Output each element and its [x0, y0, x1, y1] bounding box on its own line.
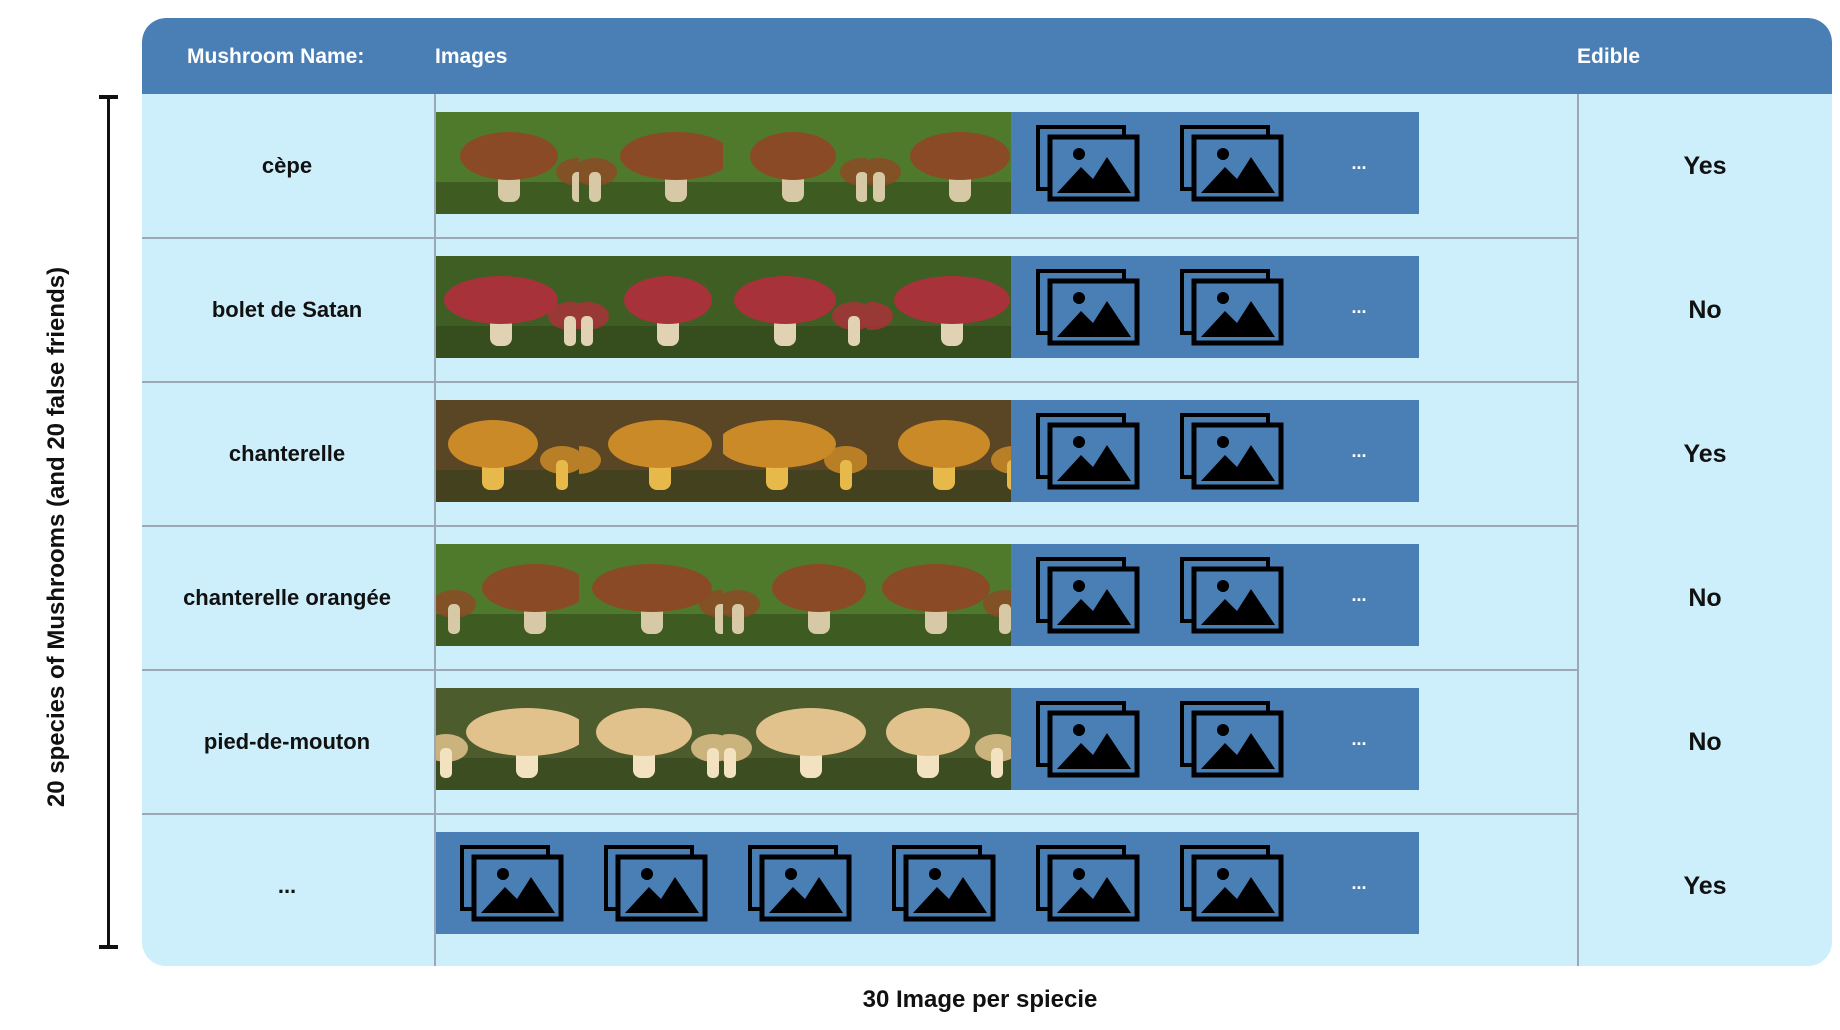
mushroom-photo: [723, 400, 877, 502]
image-placeholder: [1155, 544, 1309, 646]
mushroom-photo: [579, 112, 733, 214]
row-divider: [142, 669, 1577, 671]
image-placeholder: [1011, 112, 1165, 214]
more-images-cell: ...: [1299, 256, 1419, 358]
image-placeholder-icon: [1036, 413, 1140, 490]
row-divider: [142, 237, 1577, 239]
mushroom-name: bolet de Satan: [211, 297, 363, 322]
species-bracket-top: [99, 95, 118, 99]
mushroom-name: chanterelle: [228, 441, 346, 466]
mushroom-photo: [723, 544, 877, 646]
image-placeholder-icon: [1180, 557, 1284, 634]
image-placeholder: [579, 832, 733, 934]
header-mushroom-name: Mushroom Name:: [187, 45, 365, 68]
edible-value: Yes: [1683, 871, 1727, 900]
images-per-species-label: 30 Image per spiecie: [862, 986, 1098, 1013]
image-placeholder-icon: [1036, 557, 1140, 634]
image-placeholder: [1011, 256, 1165, 358]
mushroom-photo: [435, 256, 589, 358]
row-divider: [142, 525, 1577, 527]
image-placeholder-icon: [604, 845, 708, 922]
more-images-cell: ...: [1299, 688, 1419, 790]
image-placeholder-icon: [1180, 125, 1284, 202]
column-divider: [1577, 94, 1579, 966]
mushroom-photo: [723, 688, 877, 790]
header-edible: Edible: [1577, 45, 1641, 68]
image-placeholder: [723, 832, 877, 934]
image-placeholder: [867, 832, 1021, 934]
mushroom-photo: [723, 256, 877, 358]
image-placeholder-icon: [892, 845, 996, 922]
image-placeholder: [1011, 688, 1165, 790]
image-placeholder: [1011, 832, 1165, 934]
species-bracket-bottom: [99, 945, 118, 949]
mushroom-photo: [723, 112, 877, 214]
image-placeholder: [1155, 832, 1309, 934]
image-placeholder: [1155, 400, 1309, 502]
image-placeholder-icon: [748, 845, 852, 922]
image-placeholder: [1155, 688, 1309, 790]
column-divider: [434, 94, 436, 966]
mushroom-photo: [435, 400, 589, 502]
mushroom-photo: [867, 688, 1021, 790]
image-placeholder-icon: [1180, 269, 1284, 346]
mushroom-name: chanterelle orangée: [183, 585, 391, 610]
mushroom-photo: [435, 688, 589, 790]
row-divider: [142, 381, 1577, 383]
image-placeholder-icon: [1036, 845, 1140, 922]
species-table: Mushroom Name: Images Edible cèpe... Yes b…: [142, 18, 1832, 966]
species-bracket: [107, 97, 110, 947]
mushroom-photo: [435, 112, 589, 214]
row-divider: [142, 813, 1577, 815]
image-placeholder-icon: [1036, 125, 1140, 202]
edible-value: No: [1688, 583, 1722, 612]
image-placeholder: [1011, 544, 1165, 646]
mushroom-photo: [867, 256, 1021, 358]
image-placeholder: [435, 832, 589, 934]
edible-value: No: [1688, 727, 1722, 756]
image-placeholder: [1011, 400, 1165, 502]
mushroom-photo: [867, 400, 1021, 502]
image-placeholder-icon: [1036, 701, 1140, 778]
more-images-cell: ...: [1299, 832, 1419, 934]
header-images: Images: [435, 45, 508, 68]
more-images-cell: ...: [1299, 400, 1419, 502]
image-placeholder-icon: [1180, 701, 1284, 778]
image-placeholder: [1155, 112, 1309, 214]
more-images-cell: ...: [1299, 544, 1419, 646]
edible-value: Yes: [1683, 151, 1727, 180]
mushroom-photo: [579, 256, 733, 358]
edible-value: Yes: [1683, 439, 1727, 468]
mushroom-photo: [579, 688, 733, 790]
mushroom-photo: [867, 544, 1021, 646]
mushroom-photo: [579, 544, 733, 646]
image-placeholder-icon: [1036, 269, 1140, 346]
image-placeholder-icon: [460, 845, 564, 922]
image-placeholder-icon: [1180, 845, 1284, 922]
mushroom-name: cèpe: [261, 153, 313, 178]
mushroom-photo: [579, 400, 733, 502]
table-header: Mushroom Name: Images Edible: [142, 18, 1832, 94]
image-placeholder-icon: [1180, 413, 1284, 490]
mushroom-photo: [867, 112, 1021, 214]
image-placeholder: [1155, 256, 1309, 358]
mushroom-photo: [435, 544, 589, 646]
more-images-cell: ...: [1299, 112, 1419, 214]
mushroom-name: ...: [277, 873, 297, 898]
mushroom-name: pied-de-mouton: [203, 729, 371, 754]
edible-value: No: [1688, 295, 1722, 324]
species-count-label: 20 species of Mushrooms (and 20 false fr…: [43, 266, 70, 808]
